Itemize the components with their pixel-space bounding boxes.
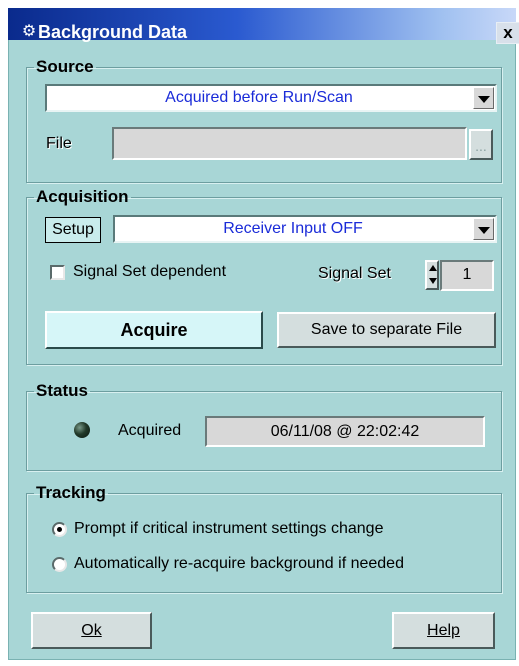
spin-up-icon[interactable] [429,265,437,271]
file-field[interactable] [112,127,467,160]
source-legend: Source [36,57,94,76]
source-dropdown[interactable]: Acquired before Run/Scan [45,84,497,112]
chevron-down-icon[interactable] [473,87,494,109]
status-timestamp: 06/11/08 @ 22:02:42 [205,416,485,447]
status-legend: Status [36,381,88,400]
title-bar[interactable]: ⚙ Background Data x [8,8,519,44]
signal-set-dependent-checkbox[interactable] [50,265,65,280]
setup-dropdown-value: Receiver Input OFF [223,220,363,237]
radio-prompt-label: Prompt if critical instrument settings c… [74,520,384,537]
tracking-legend: Tracking [36,483,106,502]
source-dropdown-value: Acquired before Run/Scan [165,89,353,106]
file-label: File [46,135,72,152]
help-button[interactable]: Help [392,612,495,649]
source-group: Source [26,57,502,183]
chevron-down-icon[interactable] [473,218,494,240]
status-label: Acquired [118,422,182,439]
ok-button[interactable]: Ok [31,612,152,649]
signal-set-field[interactable]: 1 [440,260,494,291]
app-icon: ⚙ [21,23,37,40]
status-indicator [74,422,90,438]
signal-set-spinner[interactable] [425,260,439,290]
signal-set-label: Signal Set [318,265,391,282]
close-button[interactable]: x [496,22,519,44]
window-title: Background Data [38,22,188,42]
acquisition-legend: Acquisition [36,187,129,206]
spin-down-icon[interactable] [429,278,437,284]
acquire-button[interactable]: Acquire [45,311,263,349]
browse-button[interactable]: ... [469,129,493,160]
save-to-file-button[interactable]: Save to separate File [277,312,496,348]
radio-auto-reacquire-label: Automatically re-acquire background if n… [74,555,404,572]
setup-dropdown[interactable]: Receiver Input OFF [113,215,497,243]
radio-auto-reacquire[interactable] [52,557,67,572]
signal-set-dependent-label: Signal Set dependent [73,263,227,280]
radio-prompt[interactable] [52,522,67,537]
setup-label: Setup [45,217,101,243]
